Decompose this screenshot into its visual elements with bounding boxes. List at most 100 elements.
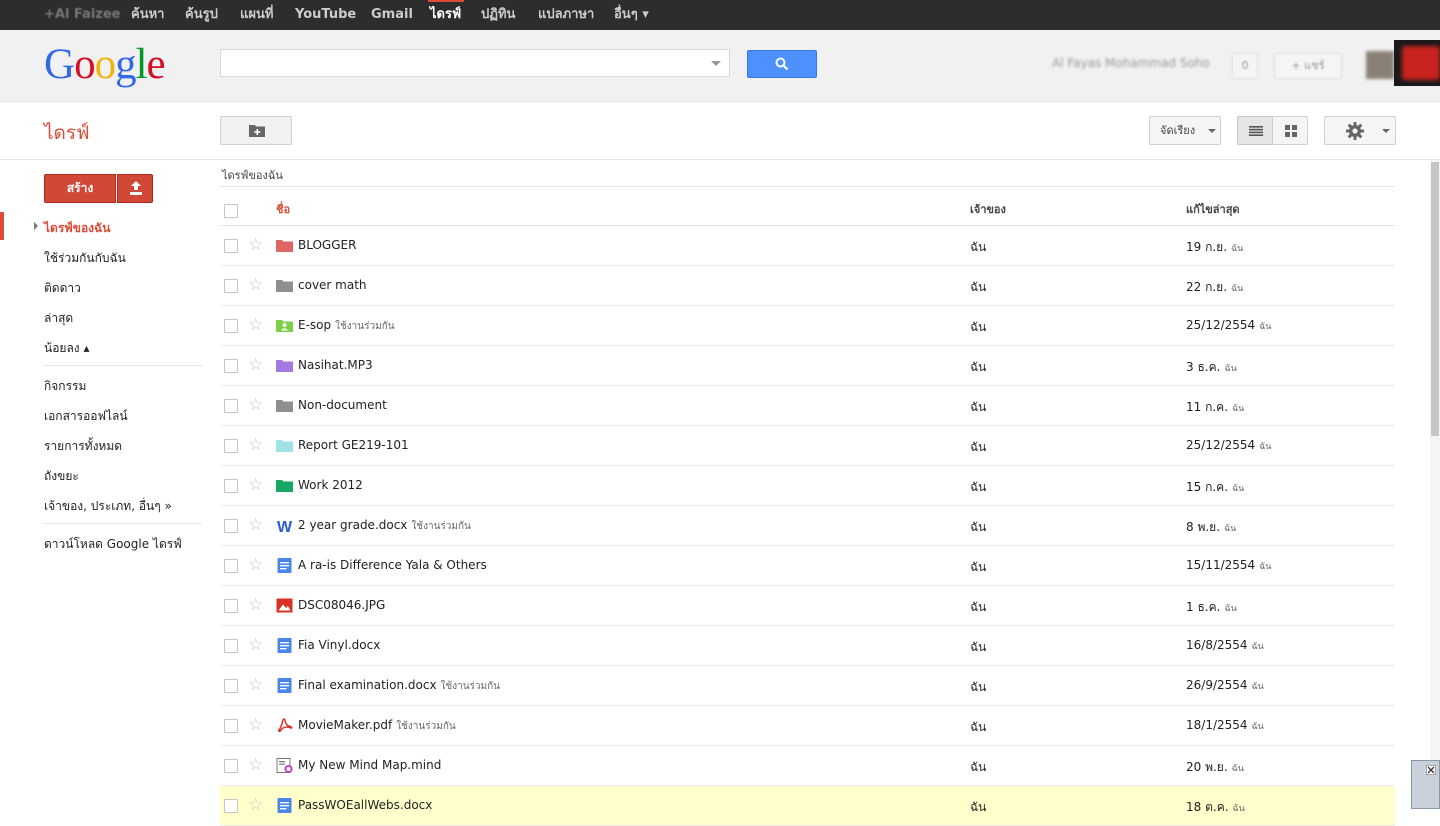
star-icon[interactable]: ☆ [248, 715, 263, 735]
select-all-checkbox[interactable] [224, 204, 238, 218]
column-header-name[interactable]: ชื่อ [276, 200, 290, 218]
file-row[interactable]: ☆ Final examination.docx ใช้งานร่วมกัน ฉัน 2… [220, 666, 1395, 706]
file-name-text[interactable]: Report GE219-101 [298, 438, 409, 452]
search-input[interactable] [220, 49, 730, 77]
file-row[interactable]: ☆ MovieMaker.pdf ใช้งานร่วมกัน ฉัน 18/1/2554… [220, 706, 1395, 746]
file-row[interactable]: ☆ Work 2012 ฉัน 15 ก.ค. ฉัน [220, 466, 1395, 506]
row-checkbox[interactable] [224, 759, 238, 773]
gbar-gmail-link[interactable]: Gmail [371, 0, 413, 30]
row-checkbox[interactable] [224, 359, 238, 373]
sidebar-item-trash[interactable]: ถังขยะ [44, 467, 79, 486]
expand-triangle-icon[interactable] [34, 222, 38, 230]
row-checkbox[interactable] [224, 559, 238, 573]
star-icon[interactable]: ☆ [248, 515, 263, 535]
row-checkbox[interactable] [224, 719, 238, 733]
file-name-text[interactable]: PassWOEallWebs.docx [298, 798, 432, 812]
row-checkbox[interactable] [224, 279, 238, 293]
star-icon[interactable]: ☆ [248, 475, 263, 495]
file-name[interactable]: 2 year grade.docx ใช้งานร่วมกัน [298, 518, 471, 534]
file-row[interactable]: ☆ Fia Vinyl.docx ฉัน 16/8/2554 ฉัน [220, 626, 1395, 666]
gbar-images-link[interactable]: ค้นรูป [185, 0, 218, 30]
file-name-text[interactable]: Nasihat.MP3 [298, 358, 373, 372]
gbar-profile-link[interactable]: +Al Faizee [44, 0, 120, 30]
star-icon[interactable]: ☆ [248, 315, 263, 335]
file-name-text[interactable]: My New Mind Map.mind [298, 758, 441, 772]
sidebar-item-download-drive[interactable]: ดาวน์โหลด Google ไดรฟ์ [44, 535, 182, 554]
row-checkbox[interactable] [224, 439, 238, 453]
star-icon[interactable]: ☆ [248, 435, 263, 455]
row-checkbox[interactable] [224, 399, 238, 413]
file-name[interactable]: Final examination.docx ใช้งานร่วมกัน [298, 678, 500, 694]
gbar-drive-link[interactable]: ไดรฟ์ [430, 0, 461, 30]
row-checkbox[interactable] [224, 599, 238, 613]
file-row[interactable]: ☆ My New Mind Map.mind ฉัน 20 พ.ย. ฉัน [220, 746, 1395, 786]
star-icon[interactable]: ☆ [248, 635, 263, 655]
gbar-translate-link[interactable]: แปลภาษา [538, 0, 594, 30]
row-checkbox[interactable] [224, 799, 238, 813]
file-name-text[interactable]: A ra-is Difference Yala & Others [298, 558, 487, 572]
file-name[interactable]: Nasihat.MP3 [298, 358, 373, 372]
file-row[interactable]: ☆ Nasihat.MP3 ฉัน 3 ธ.ค. ฉัน [220, 346, 1395, 386]
sidebar-item-less[interactable]: น้อยลง ▴ [44, 339, 90, 358]
file-name-text[interactable]: DSC08046.JPG [298, 598, 385, 612]
gbar-maps-link[interactable]: แผนที่ [240, 0, 273, 30]
file-name[interactable]: E-sop ใช้งานร่วมกัน [298, 318, 395, 334]
file-name-text[interactable]: cover math [298, 278, 367, 292]
file-row[interactable]: ☆ E-sop ใช้งานร่วมกัน ฉัน 25/12/2554 ฉัน [220, 306, 1395, 346]
star-icon[interactable]: ☆ [248, 675, 263, 695]
row-checkbox[interactable] [224, 639, 238, 653]
search-options-arrow-icon[interactable] [711, 61, 721, 66]
file-name[interactable]: Work 2012 [298, 478, 363, 492]
star-icon[interactable]: ☆ [248, 275, 263, 295]
gbar-more-menu[interactable]: อื่นๆ ▾ [614, 0, 649, 30]
gbar-calendar-link[interactable]: ปฏิทิน [481, 0, 515, 30]
star-icon[interactable]: ☆ [248, 355, 263, 375]
file-name-text[interactable]: Fia Vinyl.docx [298, 638, 380, 652]
file-row[interactable]: ☆ W 2 year grade.docx ใช้งานร่วมกัน ฉัน 8 พ.ย… [220, 506, 1395, 546]
row-checkbox[interactable] [224, 479, 238, 493]
file-name[interactable]: A ra-is Difference Yala & Others [298, 558, 487, 572]
file-name-text[interactable]: Final examination.docx [298, 678, 437, 692]
page-title[interactable]: ไดรฟ์ [44, 118, 90, 148]
file-row[interactable]: ☆ Report GE219-101 ฉัน 25/12/2554 ฉัน [220, 426, 1395, 466]
settings-button[interactable] [1324, 116, 1396, 145]
search-button[interactable] [747, 50, 817, 78]
close-icon[interactable] [1426, 765, 1436, 775]
gbar-search-link[interactable]: ค้นหา [131, 0, 164, 30]
sidebar-item-recent[interactable]: ล่าสุด [44, 309, 73, 328]
sidebar-item-activity[interactable]: กิจกรรม [44, 377, 86, 396]
row-checkbox[interactable] [224, 239, 238, 253]
file-name-text[interactable]: Work 2012 [298, 478, 363, 492]
file-name[interactable]: Non-document [298, 398, 387, 412]
row-checkbox[interactable] [224, 679, 238, 693]
file-name-text[interactable]: MovieMaker.pdf [298, 718, 392, 732]
sidebar-item-filters[interactable]: เจ้าของ, ประเภท, อื่นๆ » [44, 497, 172, 516]
file-name[interactable]: My New Mind Map.mind [298, 758, 441, 772]
sidebar-item-all-items[interactable]: รายการทั้งหมด [44, 437, 122, 456]
file-row[interactable]: ☆ Non-document ฉัน 11 ก.ค. ฉัน [220, 386, 1395, 426]
row-checkbox[interactable] [224, 319, 238, 333]
star-icon[interactable]: ☆ [248, 235, 263, 255]
star-icon[interactable]: ☆ [248, 755, 263, 775]
file-row[interactable]: ☆ cover math ฉัน 22 ก.ย. ฉัน [220, 266, 1395, 306]
grid-view-button[interactable] [1272, 116, 1308, 145]
google-logo[interactable]: Google [44, 40, 166, 89]
floating-widget[interactable] [1411, 760, 1440, 809]
file-name[interactable]: BLOGGER [298, 238, 356, 252]
scrollbar-thumb[interactable] [1431, 162, 1439, 436]
file-name[interactable]: PassWOEallWebs.docx [298, 798, 432, 812]
column-header-owner[interactable]: เจ้าของ [970, 200, 1006, 218]
file-name-text[interactable]: E-sop [298, 318, 331, 332]
sidebar-item-my-drive[interactable]: ไดรฟ์ของฉัน [44, 219, 110, 238]
breadcrumb[interactable]: ไดรฟ์ของฉัน [222, 166, 283, 184]
star-icon[interactable]: ☆ [248, 795, 263, 815]
user-name[interactable]: Al Fayas Mohammad Soho [1052, 56, 1210, 70]
file-name-text[interactable]: 2 year grade.docx [298, 518, 407, 532]
avatar[interactable] [1394, 40, 1440, 86]
file-row[interactable]: ☆ DSC08046.JPG ฉัน 1 ธ.ค. ฉัน [220, 586, 1395, 626]
new-folder-button[interactable] [220, 116, 292, 145]
column-header-modified[interactable]: แก้ไขล่าสุด [1186, 200, 1240, 218]
row-checkbox[interactable] [224, 519, 238, 533]
file-name[interactable]: Fia Vinyl.docx [298, 638, 380, 652]
star-icon[interactable]: ☆ [248, 595, 263, 615]
